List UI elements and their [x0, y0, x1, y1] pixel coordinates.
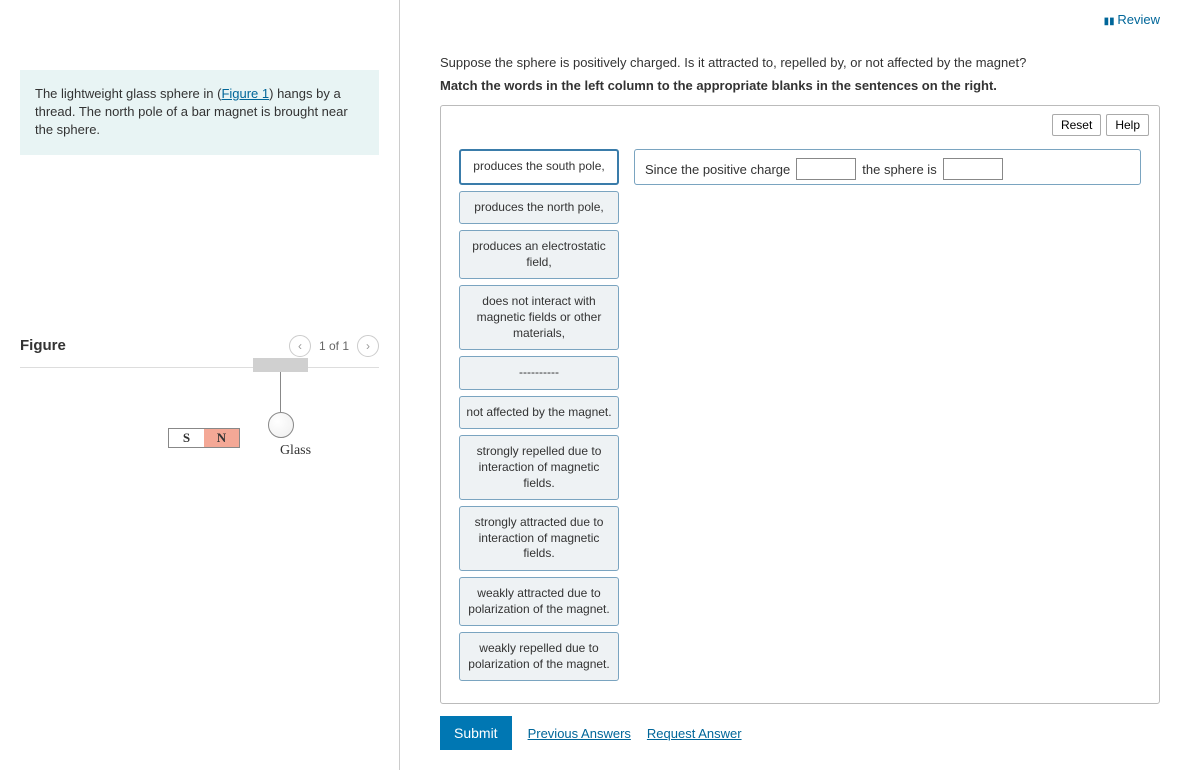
matching-activity: Reset Help produces the south pole, prod… — [440, 105, 1160, 704]
word-tile[interactable]: weakly attracted due to polarization of … — [459, 577, 619, 626]
magnet-north-pole: N — [204, 429, 239, 447]
word-tile[interactable]: produces the north pole, — [459, 191, 619, 225]
prompt-area: Suppose the sphere is positively charged… — [440, 55, 1160, 93]
context-prefix: The lightweight glass sphere in ( — [35, 86, 221, 101]
glass-sphere — [268, 412, 294, 438]
word-tile[interactable]: strongly repelled due to interaction of … — [459, 435, 619, 500]
sentence-drop-area: Since the positive charge the sphere is — [634, 149, 1141, 185]
figure-nav: ‹ 1 of 1 › — [289, 335, 379, 357]
word-tile[interactable]: strongly attracted due to interaction of… — [459, 506, 619, 571]
draggable-words-column: produces the south pole, produces the no… — [459, 149, 619, 681]
blank-1[interactable] — [796, 158, 856, 180]
word-tile[interactable]: does not interact with magnetic fields o… — [459, 285, 619, 350]
figure-section: Figure ‹ 1 of 1 › S N — [20, 335, 379, 459]
actions-row: Submit Previous Answers Request Answer — [440, 716, 1160, 750]
word-tile[interactable]: weakly repelled due to polarization of t… — [459, 632, 619, 681]
word-tile[interactable]: produces an electrostatic field, — [459, 230, 619, 279]
thread — [280, 372, 281, 412]
thread-mount — [253, 358, 308, 372]
reset-button[interactable]: Reset — [1052, 114, 1101, 136]
figure-next-button[interactable]: › — [357, 335, 379, 357]
figure-link[interactable]: Figure 1 — [221, 86, 269, 101]
word-tile[interactable]: ---------- — [459, 356, 619, 390]
word-tile[interactable]: produces the south pole, — [459, 149, 619, 185]
figure-image: S N Glass — [20, 418, 379, 459]
bar-magnet: S N — [168, 428, 240, 448]
sentence-text-2: the sphere is — [862, 162, 936, 177]
prompt-line-2: Match the words in the left column to th… — [440, 78, 1160, 93]
help-button[interactable]: Help — [1106, 114, 1149, 136]
word-tile[interactable]: not affected by the magnet. — [459, 396, 619, 430]
sentence-text-1: Since the positive charge — [645, 162, 790, 177]
figure-title: Figure — [20, 337, 66, 354]
figure-prev-button[interactable]: ‹ — [289, 335, 311, 357]
glass-label: Glass — [280, 443, 311, 459]
prompt-line-1: Suppose the sphere is positively charged… — [440, 55, 1160, 70]
review-link[interactable]: Review — [1104, 12, 1160, 27]
hanging-sphere: Glass — [250, 358, 311, 459]
left-panel: The lightweight glass sphere in (Figure … — [0, 0, 400, 770]
blank-2[interactable] — [943, 158, 1003, 180]
request-answer-link[interactable]: Request Answer — [647, 726, 742, 741]
right-panel: Review Suppose the sphere is positively … — [400, 0, 1200, 770]
previous-answers-link[interactable]: Previous Answers — [528, 726, 631, 741]
problem-context: The lightweight glass sphere in (Figure … — [20, 70, 379, 155]
figure-counter: 1 of 1 — [319, 339, 349, 353]
magnet-south-pole: S — [169, 429, 204, 447]
submit-button[interactable]: Submit — [440, 716, 512, 750]
